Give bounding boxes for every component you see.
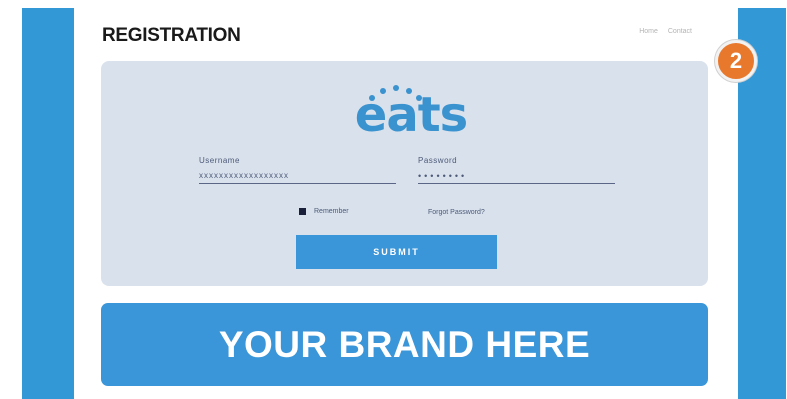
password-label: Password: [418, 156, 458, 165]
nav-link-contact[interactable]: Contact: [668, 28, 692, 35]
nav-link-home[interactable]: Home: [639, 28, 658, 35]
password-input[interactable]: ••••••••: [418, 168, 615, 184]
remember-label: Remember: [314, 208, 349, 215]
remember-checkbox[interactable]: [299, 208, 306, 215]
logo-wordmark: eats: [354, 87, 468, 143]
eats-logo: eats: [336, 73, 486, 143]
left-blue-band: [22, 8, 74, 399]
brand-banner-text: YOUR BRAND HERE: [218, 323, 591, 365]
username-field-group: Username xxxxxxxxxxxxxxxxxx: [199, 156, 396, 184]
remember-me[interactable]: Remember: [299, 208, 349, 215]
top-nav: Home Contact: [631, 28, 692, 35]
step-number-badge: 2: [715, 40, 757, 82]
forgot-password-link[interactable]: Forgot Password?: [428, 209, 485, 216]
page-title: REGISTRATION: [102, 25, 241, 46]
login-card: eats Username xxxxxxxxxxxxxxxxxx Passwor…: [101, 61, 708, 286]
username-input[interactable]: xxxxxxxxxxxxxxxxxx: [199, 168, 396, 184]
brand-banner: YOUR BRAND HERE: [101, 303, 708, 386]
submit-button[interactable]: SUBMIT: [296, 235, 497, 269]
username-label: Username: [199, 156, 240, 165]
password-field-group: Password ••••••••: [418, 156, 615, 184]
